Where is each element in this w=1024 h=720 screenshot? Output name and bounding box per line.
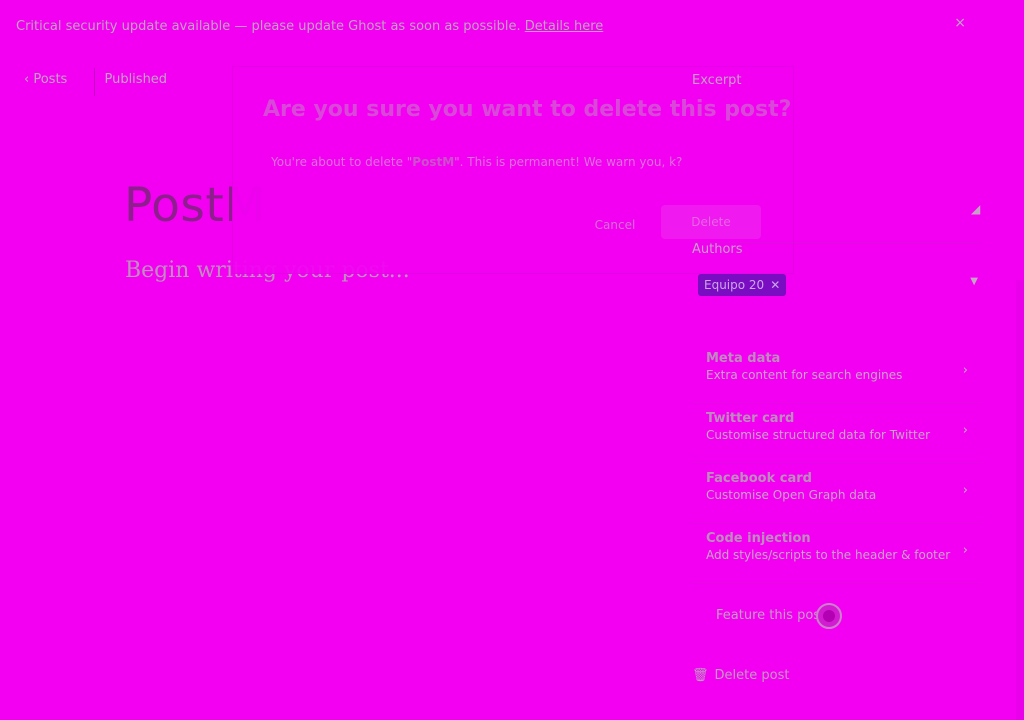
- setting-desc: Add styles/scripts to the header & foote…: [706, 548, 951, 562]
- modal-message: You're about to delete "PostM". This is …: [271, 155, 682, 169]
- settings-item-meta-data[interactable]: Meta data Extra content for search engin…: [692, 343, 982, 403]
- trash-icon: 🗑: [692, 668, 709, 683]
- excerpt-label: Excerpt: [692, 73, 742, 88]
- feature-post-label: Feature this post: [716, 608, 826, 623]
- chevron-right-icon: ›: [962, 363, 968, 378]
- excerpt-input[interactable]: [692, 92, 980, 243]
- modal-message-suffix: ". This is permanent! We warn you, k?: [454, 155, 683, 169]
- chevron-left-icon: ‹: [24, 72, 30, 87]
- delete-post-label: Delete post: [714, 668, 790, 683]
- post-status: Published: [104, 72, 168, 87]
- setting-title: Code injection: [706, 531, 811, 546]
- resize-icon: ◢: [971, 202, 981, 216]
- setting-desc: Customise structured data for Twitter: [706, 428, 931, 442]
- chevron-right-icon: ›: [962, 543, 968, 558]
- back-label: Posts: [33, 72, 68, 87]
- settings-item-facebook-card[interactable]: Facebook card Customise Open Graph data …: [692, 463, 982, 523]
- settings-item-code-injection[interactable]: Code injection Add styles/scripts to the…: [692, 523, 982, 583]
- update-banner: Critical security update available — ple…: [0, 0, 1024, 55]
- chevron-right-icon: ›: [962, 483, 968, 498]
- author-chip[interactable]: Equipo 20 ✕: [698, 274, 787, 296]
- nav-divider: [94, 68, 95, 96]
- author-name: Equipo 20: [704, 278, 765, 292]
- modal-post-name: PostM: [412, 155, 455, 169]
- chevron-down-icon[interactable]: ▼: [970, 276, 978, 287]
- back-to-posts-link[interactable]: ‹ Posts: [24, 72, 71, 87]
- modal-message-prefix: You're about to delete ": [271, 155, 413, 169]
- authors-select[interactable]: Equipo 20 ✕ ▼: [692, 266, 982, 306]
- setting-desc: Customise Open Graph data: [706, 488, 877, 502]
- banner-text: Critical security update available — ple…: [16, 19, 521, 34]
- setting-desc: Extra content for search engines: [706, 368, 903, 382]
- remove-author-icon[interactable]: ✕: [770, 278, 780, 292]
- settings-list: Meta data Extra content for search engin…: [692, 343, 982, 583]
- banner-details-link[interactable]: Details here: [525, 19, 604, 34]
- feature-post-toggle[interactable]: [816, 603, 842, 629]
- editor-nav: ‹ Posts Published: [24, 68, 168, 96]
- setting-title: Meta data: [706, 351, 781, 366]
- panel-scrollbar[interactable]: [1016, 280, 1024, 720]
- setting-title: Facebook card: [706, 471, 812, 486]
- authors-label: Authors: [692, 242, 743, 257]
- cancel-button[interactable]: Cancel: [573, 209, 657, 241]
- toggle-knob: [823, 610, 835, 622]
- chevron-right-icon: ›: [962, 423, 968, 438]
- delete-post-button[interactable]: 🗑 Delete post: [692, 668, 789, 683]
- banner-close-icon[interactable]: ×: [954, 15, 966, 31]
- post-settings-panel: Excerpt ◢ Authors Equipo 20 ✕ ▼ Meta data…: [672, 55, 1024, 720]
- setting-title: Twitter card: [706, 411, 795, 426]
- settings-item-twitter-card[interactable]: Twitter card Customise structured data f…: [692, 403, 982, 463]
